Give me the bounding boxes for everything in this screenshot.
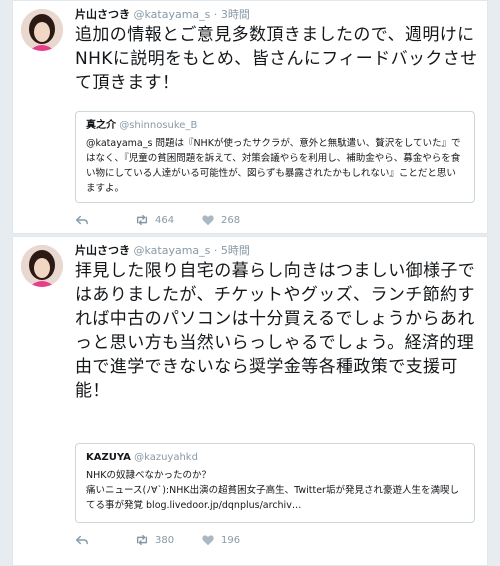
- retweet-count: 380: [155, 534, 175, 546]
- reply-button[interactable]: [75, 533, 135, 547]
- avatar-image: [21, 9, 63, 51]
- tweet-text: 追加の情報とご意見多数頂きましたので、週明けにNHKに説明をもとめ、皆さんにフィ…: [75, 25, 478, 93]
- quoted-author-handle: @shinnosuke_B: [119, 120, 198, 131]
- heart-icon: [202, 535, 214, 546]
- quoted-author-handle: @kazuyahkd: [134, 452, 198, 463]
- quoted-tweet[interactable]: 真之介 @shinnosuke_B @katayama_s 問題は『NHKが使っ…: [75, 111, 475, 203]
- quoted-tweet-header: 真之介 @shinnosuke_B: [86, 118, 464, 134]
- retweet-button[interactable]: 380: [135, 533, 201, 547]
- tweet-actions: 464 268: [75, 213, 240, 227]
- separator-dot: ·: [213, 8, 218, 21]
- quoted-tweet[interactable]: KAZUYA @kazuyahkd NHKの奴隷べなかったのか？ 痛いニュース(…: [75, 443, 475, 523]
- tweet-header: 片山さつき @katayama_s · 5時間: [75, 243, 250, 259]
- retweet-button[interactable]: 464: [135, 213, 201, 227]
- separator-dot: ·: [213, 244, 218, 257]
- author-name[interactable]: 片山さつき: [75, 244, 130, 257]
- like-count: 268: [221, 214, 241, 226]
- quoted-tweet-text: @katayama_s 問題は『NHKが使ったサクラが、意外と無駄遣い、贅沢をし…: [86, 138, 461, 194]
- quoted-author-name: KAZUYA: [86, 452, 131, 463]
- avatar[interactable]: [21, 245, 63, 287]
- tweet-card[interactable]: 片山さつき @katayama_s · 3時間 追加の情報とご意見多数頂きました…: [12, 0, 488, 234]
- retweet-icon: [136, 534, 148, 546]
- like-button[interactable]: 196: [201, 533, 240, 547]
- author-handle[interactable]: @katayama_s: [134, 244, 211, 257]
- like-count: 196: [221, 534, 241, 546]
- heart-icon: [202, 215, 214, 226]
- reply-icon: [76, 535, 88, 545]
- tweet-timestamp[interactable]: 3時間: [221, 8, 250, 21]
- reply-icon: [76, 215, 88, 225]
- author-handle[interactable]: @katayama_s: [134, 8, 211, 21]
- author-name[interactable]: 片山さつき: [75, 8, 130, 21]
- tweet-card[interactable]: 片山さつき @katayama_s · 5時間 拝見した限り自宅の暮らし向きはつ…: [12, 236, 488, 566]
- quoted-tweet-header: KAZUYA @kazuyahkd: [86, 450, 464, 466]
- avatar-image: [21, 245, 63, 287]
- tweet-actions: 380 196: [75, 533, 240, 547]
- tweet-header: 片山さつき @katayama_s · 3時間: [75, 7, 250, 23]
- tweet-text: 拝見した限り自宅の暮らし向きはつましい御様子ではありましたが、チケットやグッズ、…: [75, 261, 476, 401]
- reply-button[interactable]: [75, 213, 135, 227]
- tweet-timestamp[interactable]: 5時間: [221, 244, 250, 257]
- retweet-count: 464: [155, 214, 175, 226]
- like-button[interactable]: 268: [201, 213, 240, 227]
- retweet-icon: [136, 214, 148, 226]
- quoted-tweet-text: NHKの奴隷べなかったのか？ 痛いニュース(ﾉ∀`):NHK出演の超貧困女子高生…: [86, 470, 459, 511]
- quoted-author-name: 真之介: [86, 120, 116, 131]
- avatar[interactable]: [21, 9, 63, 51]
